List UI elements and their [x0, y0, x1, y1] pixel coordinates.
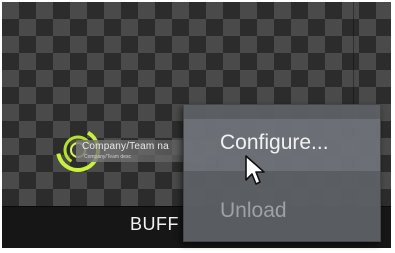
menu-item-label: Configure...: [220, 131, 329, 154]
lower-third-title: Company/Team na: [82, 141, 169, 152]
menu-item-label: Unload: [220, 199, 287, 222]
menu-item-configure[interactable]: Configure...: [184, 119, 380, 171]
lower-third-subtitle: Company/Team desc: [84, 154, 131, 160]
buffer-label: BUFF: [130, 214, 179, 234]
mouse-pointer-icon: [245, 155, 265, 185]
menu-item-unload[interactable]: Unload: [184, 187, 380, 239]
context-menu: Configure... Unload: [183, 104, 381, 242]
